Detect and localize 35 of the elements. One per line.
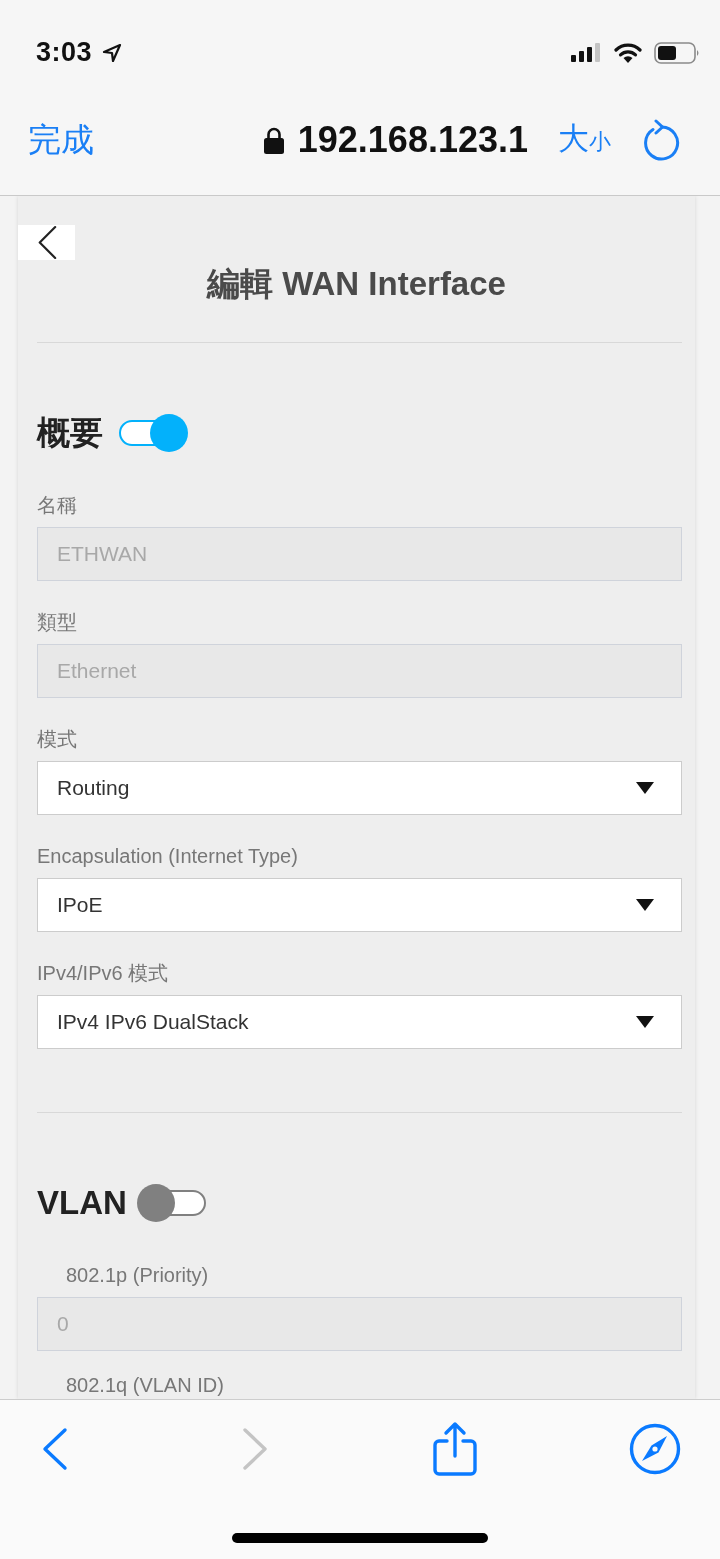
wifi-icon bbox=[614, 42, 642, 63]
dropdown-select[interactable]: IPv4 IPv6 DualStack bbox=[37, 995, 682, 1049]
signal-icon bbox=[571, 43, 601, 62]
dropdown-arrow-icon bbox=[636, 1016, 654, 1028]
dropdown-select[interactable]: Routing bbox=[37, 761, 682, 815]
toggle-switch[interactable] bbox=[136, 1184, 206, 1222]
chevron-left-icon bbox=[42, 1426, 68, 1471]
page-title: 編輯 WAN Interface bbox=[207, 264, 506, 304]
section-heading: 概要 bbox=[37, 413, 103, 453]
chevron-left-icon bbox=[36, 225, 57, 260]
reload-button[interactable] bbox=[643, 119, 681, 161]
compass-icon bbox=[629, 1422, 681, 1475]
field-label: IPv4/IPv6 模式 bbox=[37, 961, 169, 985]
field-label: 802.1q (VLAN ID) bbox=[66, 1373, 224, 1397]
share-icon bbox=[432, 1420, 478, 1477]
field-label: 名稱 bbox=[37, 493, 77, 517]
section-heading: VLAN bbox=[37, 1183, 127, 1223]
field-label: Encapsulation (Internet Type) bbox=[37, 844, 298, 868]
dropdown-arrow-icon bbox=[636, 782, 654, 794]
text-size-button[interactable]: 大小 bbox=[558, 121, 611, 159]
field-label: 類型 bbox=[37, 610, 77, 634]
chevron-right-icon bbox=[242, 1426, 268, 1471]
field-label: 802.1p (Priority) bbox=[66, 1263, 209, 1287]
location-arrow-icon bbox=[102, 42, 123, 63]
reload-icon bbox=[643, 119, 681, 161]
clock-time: 3:03 bbox=[36, 37, 93, 68]
battery-icon bbox=[654, 41, 700, 64]
field-label: 模式 bbox=[37, 727, 77, 751]
dropdown-select[interactable]: IPoE bbox=[37, 878, 682, 932]
lock-icon bbox=[263, 126, 284, 154]
url-text[interactable]: 192.168.123.1 bbox=[297, 119, 528, 161]
toggle-switch[interactable] bbox=[119, 414, 188, 452]
back-button[interactable] bbox=[18, 225, 75, 260]
done-button[interactable]: 完成 bbox=[28, 117, 94, 163]
dropdown-arrow-icon bbox=[636, 899, 654, 911]
